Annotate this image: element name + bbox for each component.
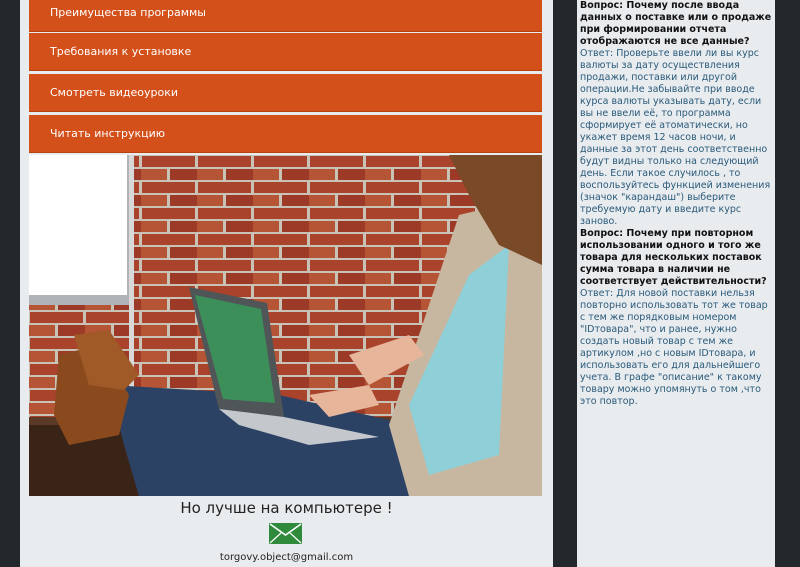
faq-panel: Вопрос: Почему после ввода данных о пост… — [577, 0, 775, 567]
faq-question-2: Вопрос: Почему при повторном использован… — [580, 228, 767, 287]
envelope-icon[interactable] — [269, 523, 302, 548]
menu-button-instructions[interactable]: Читать инструкцию — [29, 115, 542, 153]
menu-button-video-lessons[interactable]: Смотреть видеоуроки — [29, 74, 542, 112]
menu-button-requirements[interactable]: Требования к установке — [29, 33, 542, 71]
main-panel: Преимущества программы Требования к уста… — [20, 0, 553, 567]
hero-photo — [29, 155, 542, 496]
faq-answer-2: Ответ: Для новой поставки нельзя повторн… — [580, 288, 768, 407]
tagline: Но лучше на компьютере ! — [180, 499, 393, 517]
faq-answer-1: Ответ: Проверьте ввели ли вы курс валюты… — [580, 48, 771, 227]
menu-button-advantages[interactable]: Преимущества программы — [29, 0, 542, 32]
hero-photo-illustration — [29, 155, 542, 496]
contact-email[interactable]: torgovy.object@gmail.com — [20, 552, 553, 563]
faq-question-1: Вопрос: Почему после ввода данных о пост… — [580, 0, 772, 47]
